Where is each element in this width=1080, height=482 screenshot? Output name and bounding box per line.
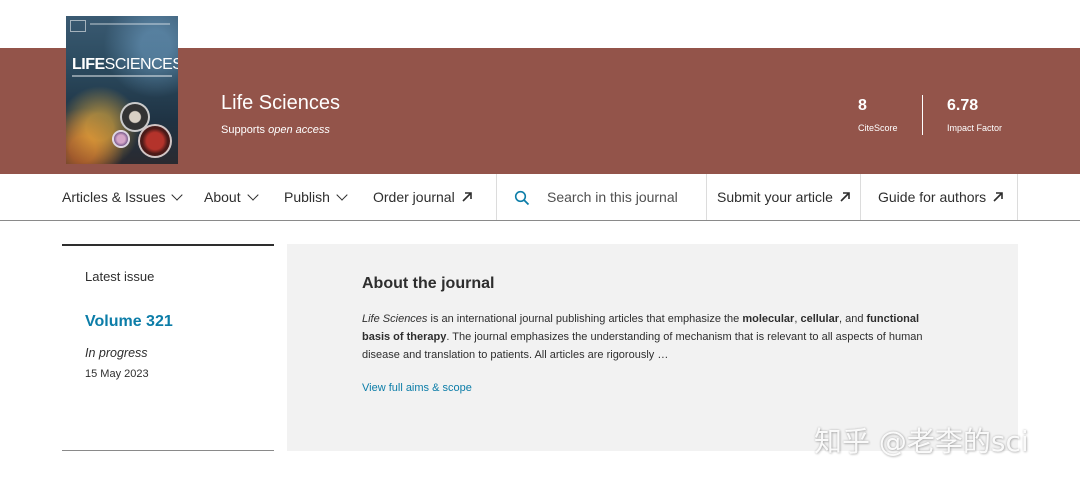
cover-cell-image <box>138 124 172 158</box>
zhihu-watermark: 知乎 @老李的sci <box>814 425 1029 458</box>
cover-cell-image <box>112 130 130 148</box>
open-access-note: Supports open access <box>221 124 330 136</box>
volume-link[interactable]: Volume 321 <box>85 313 173 331</box>
citescore-value[interactable]: 8 <box>858 97 867 115</box>
view-aims-scope-link[interactable]: View full aims & scope <box>362 382 472 394</box>
external-link-arrow-icon <box>992 191 1004 203</box>
about-journal-description: Life Sciences is an international journa… <box>362 313 923 361</box>
publisher-logo <box>70 20 86 32</box>
open-access-link[interactable]: open access <box>268 124 330 136</box>
nav-order-journal[interactable]: Order journal <box>373 174 473 220</box>
latest-issue-heading: Latest issue <box>85 269 155 284</box>
external-link-arrow-icon <box>839 191 851 203</box>
nav-divider <box>1017 174 1018 220</box>
nav-submit-article-label: Submit your article <box>717 189 833 205</box>
citescore-label: CiteScore <box>858 123 898 133</box>
about-journal-heading: About the journal <box>362 275 495 292</box>
journal-cover-image[interactable]: LIFESCIENCES <box>66 16 178 164</box>
nav-publish-label: Publish <box>284 189 330 205</box>
nav-submit-article[interactable]: Submit your article <box>717 174 851 220</box>
nav-articles-issues[interactable]: Articles & Issues <box>62 174 184 220</box>
chevron-down-icon <box>336 189 348 201</box>
nav-divider <box>496 174 497 220</box>
nav-about-label: About <box>204 189 241 205</box>
cover-header-line <box>90 23 170 25</box>
search-input[interactable]: Search in this journal <box>547 186 697 208</box>
journal-title[interactable]: Life Sciences <box>221 92 340 115</box>
cover-title: LIFESCIENCES <box>72 56 178 73</box>
nav-guide-authors[interactable]: Guide for authors <box>878 174 1004 220</box>
issue-status: In progress <box>85 346 148 360</box>
issue-date: 15 May 2023 <box>85 368 149 380</box>
latest-issue-top-rule <box>62 244 274 246</box>
cover-subtitle-line <box>72 75 172 77</box>
chevron-down-icon <box>246 189 259 201</box>
latest-issue-bottom-rule <box>62 450 274 451</box>
metric-divider <box>922 95 923 135</box>
search-icon[interactable] <box>514 190 530 206</box>
nav-divider <box>860 174 861 220</box>
nav-order-journal-label: Order journal <box>373 189 455 205</box>
nav-divider <box>706 174 707 220</box>
journal-nav-bar: Articles & Issues About Publish Order jo… <box>0 174 1080 221</box>
nav-articles-issues-label: Articles & Issues <box>62 189 166 205</box>
impact-factor-label: Impact Factor <box>947 123 1003 133</box>
chevron-down-icon <box>171 189 184 201</box>
external-link-arrow-icon <box>461 191 473 203</box>
nav-guide-authors-label: Guide for authors <box>878 189 987 205</box>
impact-factor-value[interactable]: 6.78 <box>947 97 978 115</box>
nav-about[interactable]: About <box>204 174 259 220</box>
nav-publish[interactable]: Publish <box>284 174 348 220</box>
